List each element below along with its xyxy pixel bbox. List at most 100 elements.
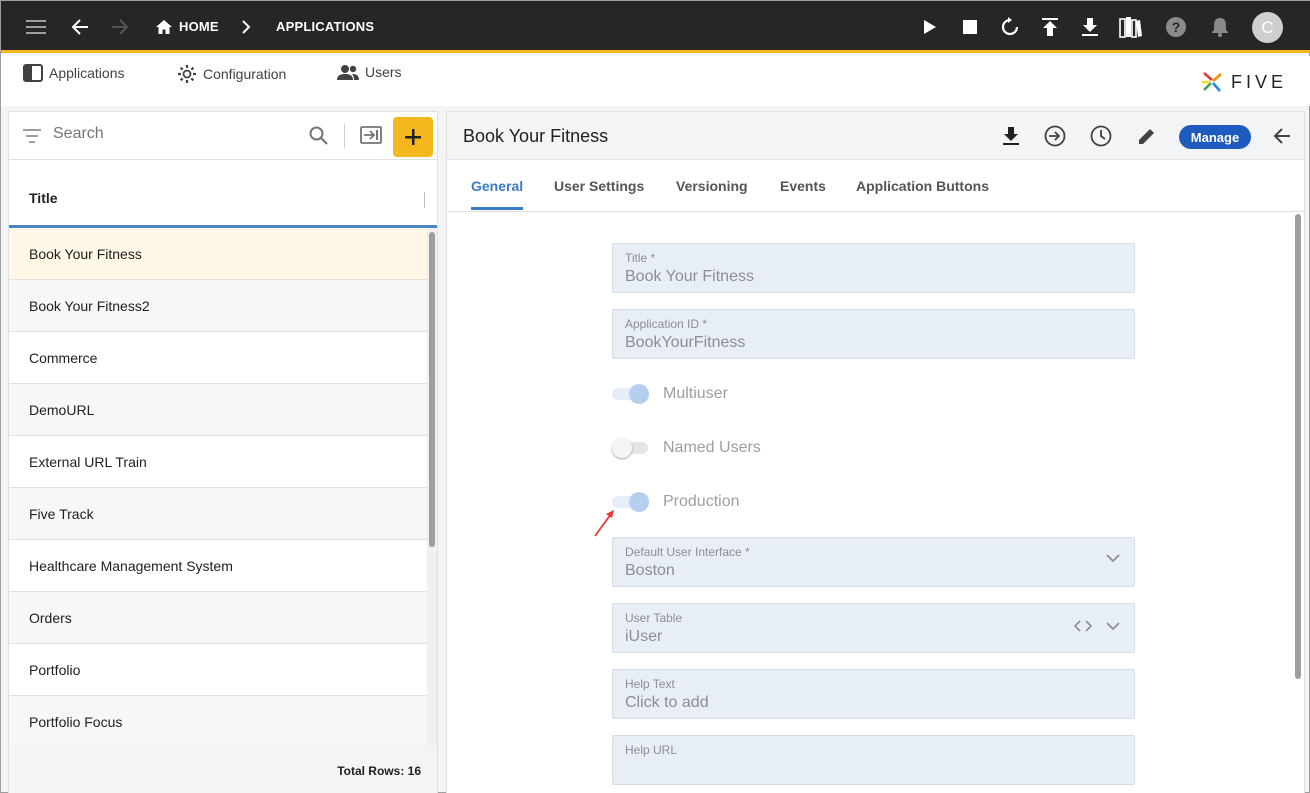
nav-users[interactable]: Users bbox=[337, 64, 402, 80]
list-item[interactable]: Book Your Fitness bbox=[9, 228, 427, 280]
history-icon[interactable] bbox=[1089, 124, 1113, 148]
edit-icon[interactable] bbox=[1135, 124, 1159, 148]
plus-icon bbox=[405, 129, 421, 145]
production-toggle-row: Production bbox=[612, 492, 740, 512]
named-users-toggle[interactable] bbox=[612, 438, 649, 458]
menu-icon[interactable] bbox=[23, 14, 49, 40]
detail-scrollbar-thumb[interactable] bbox=[1295, 214, 1301, 679]
red-arrow-annotation-icon bbox=[594, 510, 614, 537]
gear-icon bbox=[178, 65, 196, 83]
bell-icon[interactable] bbox=[1207, 14, 1233, 40]
chevron-down-icon[interactable] bbox=[1106, 554, 1120, 563]
nav-applications[interactable]: Applications bbox=[23, 64, 125, 82]
multiuser-label: Multiuser bbox=[663, 385, 728, 402]
forward-arrow-icon[interactable] bbox=[107, 14, 133, 40]
application-id-value: BookYourFitness bbox=[625, 334, 746, 351]
tab-events[interactable]: Events bbox=[780, 178, 826, 194]
back-arrow-icon[interactable] bbox=[1270, 124, 1294, 148]
nav-configuration[interactable]: Configuration bbox=[177, 64, 286, 84]
help-url-field[interactable]: Help URL bbox=[612, 735, 1135, 785]
refresh-icon[interactable] bbox=[997, 14, 1023, 40]
help-icon[interactable]: ? bbox=[1163, 14, 1189, 40]
list-item[interactable]: Healthcare Management System bbox=[9, 540, 427, 592]
application-id-label: Application ID * bbox=[625, 317, 708, 331]
five-logo: FIVE bbox=[1201, 71, 1287, 93]
user-table-select[interactable]: User Table iUser bbox=[612, 603, 1135, 653]
stop-icon[interactable] bbox=[957, 14, 983, 40]
production-toggle[interactable] bbox=[612, 492, 649, 512]
application-list: Book Your Fitness Book Your Fitness2 Com… bbox=[9, 228, 427, 748]
chevron-right-icon bbox=[233, 14, 259, 40]
filter-icon[interactable] bbox=[23, 129, 41, 143]
application-detail-panel: Book Your Fitness Manage General User Se… bbox=[446, 111, 1305, 793]
import-icon[interactable] bbox=[360, 126, 382, 144]
library-icon[interactable] bbox=[1118, 14, 1144, 40]
named-users-toggle-row: Named Users bbox=[612, 438, 761, 458]
list-item[interactable]: External URL Train bbox=[9, 436, 427, 488]
nav-applications-label: Applications bbox=[49, 65, 125, 81]
breadcrumb-current[interactable]: APPLICATIONS bbox=[276, 19, 374, 34]
list-item[interactable]: Book Your Fitness2 bbox=[9, 280, 427, 332]
chevron-down-icon[interactable] bbox=[1106, 621, 1120, 631]
upload-icon[interactable] bbox=[1037, 14, 1063, 40]
code-icon[interactable] bbox=[1074, 620, 1092, 632]
default-ui-value: Boston bbox=[625, 562, 675, 579]
list-item[interactable]: Portfolio Focus bbox=[9, 696, 427, 748]
user-table-label: User Table bbox=[625, 611, 683, 625]
manage-button[interactable]: Manage bbox=[1179, 125, 1251, 149]
detail-title: Book Your Fitness bbox=[463, 126, 609, 146]
list-header: Title bbox=[9, 171, 437, 228]
download-icon[interactable] bbox=[999, 124, 1023, 148]
avatar[interactable]: C bbox=[1252, 12, 1283, 43]
named-users-label: Named Users bbox=[663, 439, 761, 456]
production-label: Production bbox=[663, 493, 740, 510]
column-resize-handle[interactable] bbox=[424, 192, 425, 208]
column-header-title[interactable]: Title bbox=[29, 190, 58, 206]
default-user-interface-select[interactable]: Default User Interface * Boston bbox=[612, 537, 1135, 587]
tab-versioning[interactable]: Versioning bbox=[676, 178, 748, 194]
detail-scrollbar[interactable] bbox=[1293, 212, 1303, 792]
nav-configuration-label: Configuration bbox=[203, 66, 287, 82]
user-table-value: iUser bbox=[625, 628, 663, 645]
add-application-button[interactable] bbox=[393, 117, 433, 157]
title-field[interactable]: Title * Book Your Fitness bbox=[612, 243, 1135, 293]
nav-users-label: Users bbox=[365, 64, 402, 80]
tab-user-settings[interactable]: User Settings bbox=[554, 178, 644, 194]
breadcrumb-home[interactable]: HOME bbox=[179, 19, 219, 34]
multiuser-toggle[interactable] bbox=[612, 384, 649, 404]
search-icon[interactable] bbox=[309, 126, 328, 145]
deploy-icon[interactable] bbox=[1043, 124, 1067, 148]
secondary-nav: Applications Configuration Users bbox=[1, 56, 1310, 106]
users-icon bbox=[337, 65, 359, 80]
detail-header: Book Your Fitness Manage bbox=[447, 112, 1304, 160]
list-scrollbar-thumb[interactable] bbox=[429, 232, 435, 547]
application-id-field[interactable]: Application ID * BookYourFitness bbox=[612, 309, 1135, 359]
five-logo-icon bbox=[1202, 72, 1222, 92]
help-text-label: Help Text bbox=[625, 677, 675, 691]
svg-text:?: ? bbox=[1172, 19, 1181, 35]
list-item[interactable]: Five Track bbox=[9, 488, 427, 540]
play-icon[interactable] bbox=[917, 14, 943, 40]
search-input[interactable] bbox=[53, 125, 293, 143]
search-bar bbox=[9, 112, 437, 160]
detail-tabs: General User Settings Versioning Events … bbox=[447, 160, 1304, 212]
tab-general[interactable]: General bbox=[471, 178, 523, 194]
help-text-value: Click to add bbox=[625, 694, 709, 711]
list-item[interactable]: Commerce bbox=[9, 332, 427, 384]
back-arrow-icon[interactable] bbox=[67, 14, 93, 40]
list-footer: Total Rows: 16 bbox=[9, 745, 437, 793]
list-item[interactable]: Portfolio bbox=[9, 644, 427, 696]
home-icon[interactable] bbox=[151, 14, 177, 40]
list-item[interactable]: Orders bbox=[9, 592, 427, 644]
list-scrollbar[interactable] bbox=[427, 228, 437, 745]
multiuser-toggle-row: Multiuser bbox=[612, 384, 728, 404]
download-icon[interactable] bbox=[1077, 14, 1103, 40]
help-text-field[interactable]: Help Text Click to add bbox=[612, 669, 1135, 719]
list-item[interactable]: DemoURL bbox=[9, 384, 427, 436]
top-bar: HOME APPLICATIONS ? C bbox=[1, 1, 1310, 53]
title-field-value: Book Your Fitness bbox=[625, 268, 754, 285]
total-rows: Total Rows: 16 bbox=[337, 764, 421, 778]
sidebar-icon bbox=[23, 64, 43, 82]
tab-application-buttons[interactable]: Application Buttons bbox=[856, 178, 989, 194]
default-ui-label: Default User Interface * bbox=[625, 545, 750, 559]
